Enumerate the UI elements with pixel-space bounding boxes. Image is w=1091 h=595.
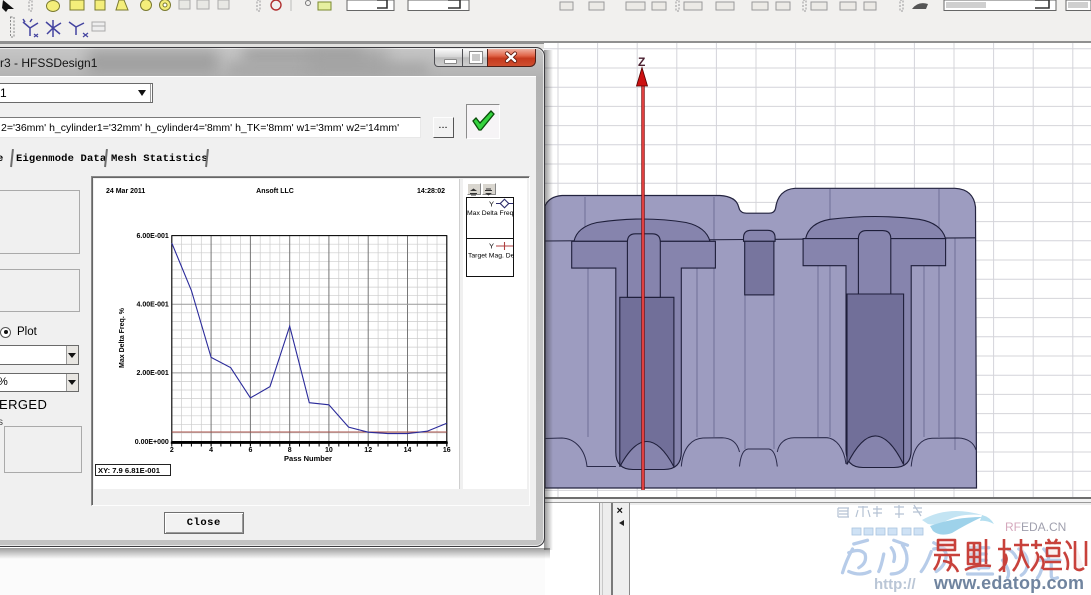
svg-text:14: 14 bbox=[404, 447, 412, 454]
svg-text:24 Mar 2011: 24 Mar 2011 bbox=[106, 188, 145, 195]
svg-text:http://: http:// bbox=[874, 576, 916, 593]
svg-text:4.00E-001: 4.00E-001 bbox=[136, 302, 168, 309]
svg-text:16: 16 bbox=[443, 447, 451, 454]
svg-text:Z: Z bbox=[638, 55, 645, 69]
svg-text:Target Mag. De: Target Mag. De bbox=[468, 253, 514, 260]
svg-text:2: 2 bbox=[170, 447, 174, 454]
svg-text:10: 10 bbox=[325, 447, 333, 454]
svg-text:Ansoft LLC: Ansoft LLC bbox=[256, 188, 294, 195]
svg-text:Max Delta Freq. %: Max Delta Freq. % bbox=[119, 307, 126, 368]
svg-text:6: 6 bbox=[248, 447, 252, 454]
svg-text:Y: Y bbox=[489, 242, 494, 251]
svg-text:Y: Y bbox=[489, 200, 494, 209]
svg-text:Max Delta Freq: Max Delta Freq bbox=[467, 210, 514, 217]
svg-text:2.00E-001: 2.00E-001 bbox=[136, 370, 168, 377]
svg-text:12: 12 bbox=[364, 447, 372, 454]
svg-text:14:28:02: 14:28:02 bbox=[417, 188, 445, 195]
svg-text:8: 8 bbox=[288, 447, 292, 454]
svg-text:RFEDA.CN: RFEDA.CN bbox=[1005, 520, 1066, 534]
svg-text:6.00E-001: 6.00E-001 bbox=[136, 233, 168, 240]
svg-text:Pass Number: Pass Number bbox=[284, 454, 332, 463]
svg-text:4: 4 bbox=[209, 447, 213, 454]
svg-text:0.00E+000: 0.00E+000 bbox=[135, 439, 169, 446]
